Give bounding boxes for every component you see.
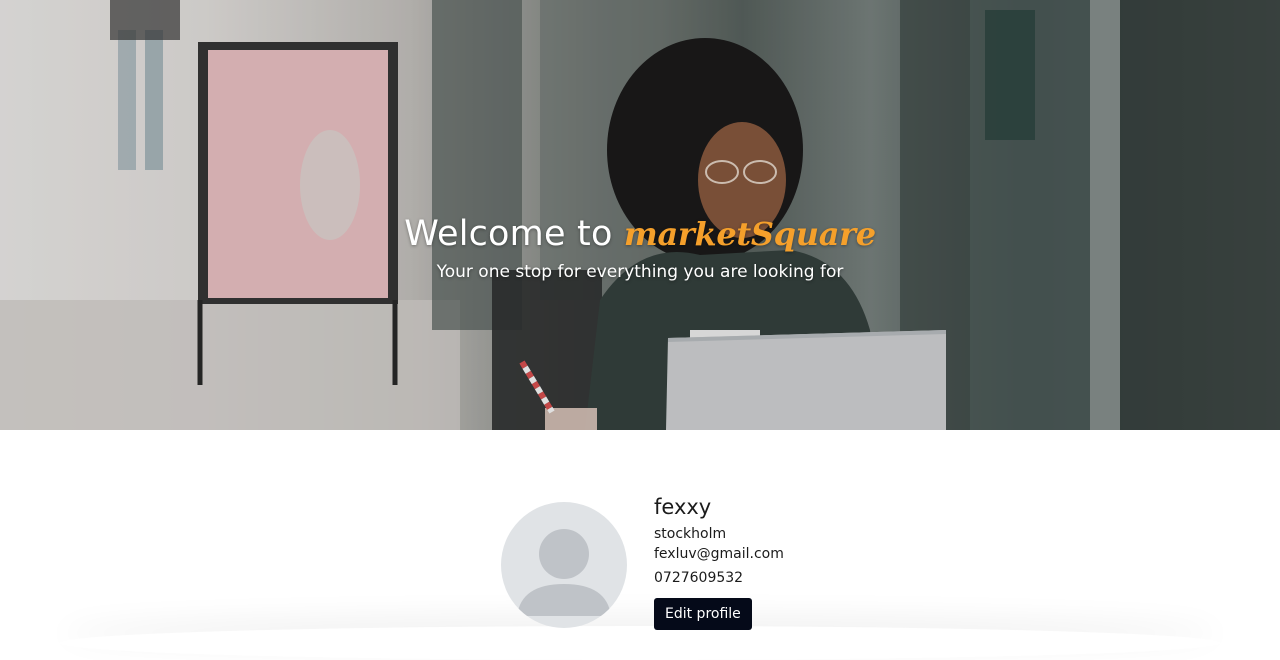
hero-subtitle: Your one stop for everything you are loo… <box>436 262 844 282</box>
profile-email: fexluv@gmail.com <box>654 546 784 562</box>
user-avatar-icon <box>517 529 611 616</box>
hero-title: Welcome to marketSquare <box>0 208 1280 260</box>
profile-phone: 0727609532 <box>654 570 744 586</box>
profile-city: stockholm <box>654 526 727 542</box>
avatar <box>501 502 627 628</box>
hero-banner: Welcome to marketSquare Your one stop fo… <box>0 0 1280 430</box>
profile-username: fexxy <box>654 495 712 519</box>
profile-card-shadow <box>60 626 1220 660</box>
profile-info: fexxy stockholm fexluv@gmail.com 0727609… <box>654 492 784 630</box>
hero-text: Welcome to marketSquare Your one stop fo… <box>0 208 1280 284</box>
profile-section: fexxy stockholm fexluv@gmail.com 0727609… <box>0 430 1280 640</box>
hero-title-prefix: Welcome to <box>404 214 613 254</box>
edit-profile-button[interactable]: Edit profile <box>654 598 752 630</box>
brand-name: marketSquare <box>623 215 876 253</box>
